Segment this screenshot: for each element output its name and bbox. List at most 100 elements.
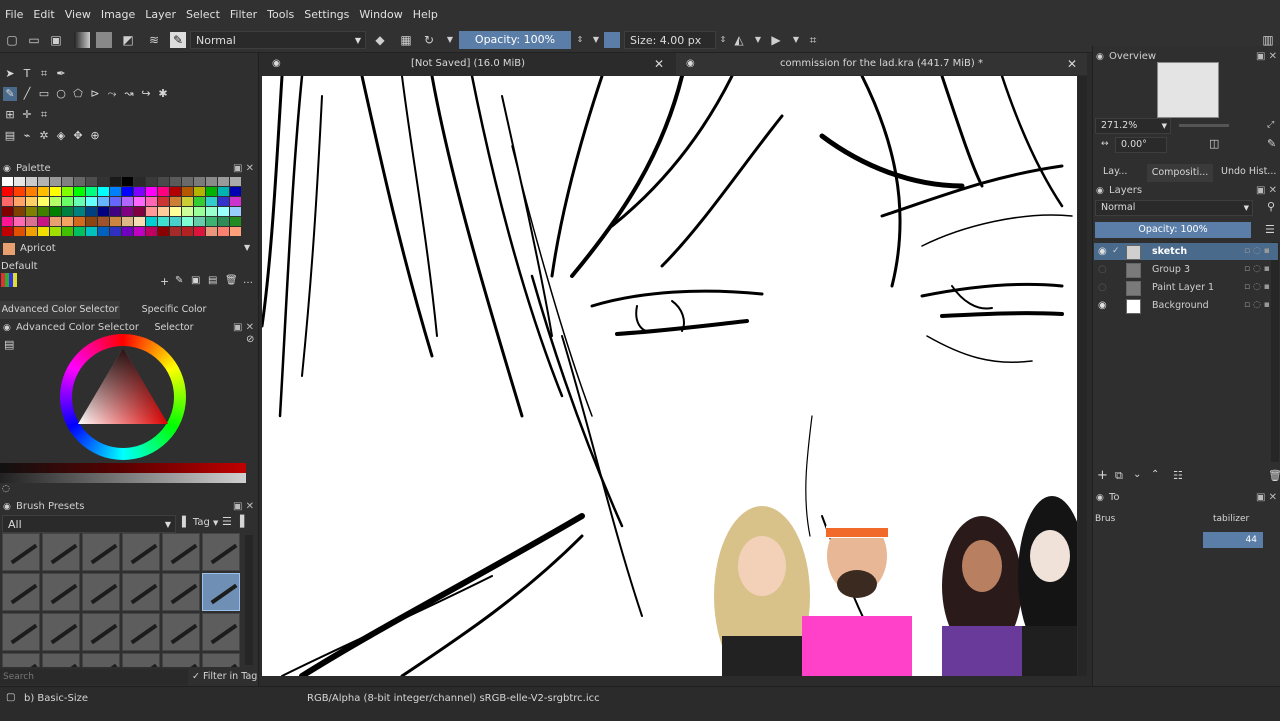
zoom-slider[interactable] (1179, 124, 1229, 127)
palette-swatch[interactable] (170, 197, 181, 206)
freehand-brush-icon[interactable]: ✎ (3, 87, 17, 101)
palette-swatch[interactable] (206, 197, 217, 206)
hidden-eye-icon[interactable]: ○ (1098, 279, 1107, 296)
delete-layer-icon[interactable]: 🗑 (1268, 469, 1280, 482)
palette-swatch[interactable] (62, 217, 73, 226)
palette-swatch[interactable] (2, 217, 13, 226)
tab-not-saved[interactable]: ◉ [Not Saved] (16.0 MiB) ✕ (262, 53, 674, 75)
color-picker-icon[interactable]: ⌁ (20, 129, 34, 143)
float-close-icon[interactable]: ▣ ✕ (1256, 49, 1277, 65)
alpha-lock-icon[interactable]: ▦ (398, 32, 414, 48)
brush-preset-thumbnail[interactable] (82, 533, 120, 571)
palette-swatch[interactable] (146, 177, 157, 186)
palette-swatch[interactable] (146, 217, 157, 226)
edit-shapes-icon[interactable]: ⌗ (37, 67, 51, 81)
palette-swatch[interactable] (14, 197, 25, 206)
colors-icon[interactable]: ◩ (120, 32, 136, 48)
palette-swatch[interactable] (218, 207, 229, 216)
reset-icon[interactable]: ◌ (2, 484, 10, 494)
palette-swatch[interactable] (230, 207, 241, 216)
palette-swatch[interactable] (194, 187, 205, 196)
palette-swatch[interactable] (98, 177, 109, 186)
brush-preset-icon[interactable]: ✎ (170, 32, 186, 48)
value-bar[interactable] (0, 463, 246, 473)
tab-advanced-color-selector[interactable]: Advanced Color Selector (0, 301, 120, 319)
filter-icon[interactable]: ⚲ (1267, 200, 1275, 213)
measure-tool-icon[interactable]: ⊕ (88, 129, 102, 143)
palette-swatch[interactable] (158, 227, 169, 236)
palette-swatch[interactable] (230, 177, 241, 186)
text-tool-icon[interactable]: T (20, 67, 34, 81)
palette-swatch[interactable] (26, 207, 37, 216)
palette-swatch[interactable] (62, 177, 73, 186)
palette-swatch[interactable] (218, 197, 229, 206)
brush-preset-thumbnail[interactable] (82, 613, 120, 651)
edit-swatch-icon[interactable]: ✎ (175, 275, 183, 286)
tab-undo-history[interactable]: Undo Hist... (1221, 166, 1276, 177)
blend-mode-select[interactable]: Normal ▼ (190, 31, 366, 49)
palette-swatch[interactable] (146, 207, 157, 216)
zoom-reset-icon[interactable]: ⤢ (1267, 120, 1274, 130)
palette-swatch[interactable] (38, 207, 49, 216)
bezier-tool-icon[interactable]: ⤳ (105, 87, 119, 101)
chevron-down-icon[interactable]: ▼ (442, 32, 458, 48)
layer-properties-icon[interactable]: ☷ (1173, 469, 1183, 482)
eraser-icon[interactable]: ◆ (372, 32, 388, 48)
palette-swatch[interactable] (122, 177, 133, 186)
palette-swatch[interactable] (26, 227, 37, 236)
wrap-icon[interactable]: ▶ (768, 32, 784, 48)
palette-swatch[interactable] (98, 187, 109, 196)
move-layer-up-icon[interactable]: ⌃ (1151, 469, 1159, 480)
layer-menu-icon[interactable]: ☰ (1265, 223, 1275, 236)
palette-swatch[interactable] (98, 197, 109, 206)
palette-swatch[interactable] (230, 197, 241, 206)
palette-swatch[interactable] (170, 227, 181, 236)
brush-preset-thumbnail[interactable] (42, 613, 80, 651)
brush-preset-thumbnail[interactable] (42, 653, 80, 667)
brush-preset-thumbnail[interactable] (202, 613, 240, 651)
save-icon[interactable]: ▣ (48, 32, 64, 48)
palette-swatch[interactable] (170, 187, 181, 196)
reload-icon[interactable]: ↻ (421, 32, 437, 48)
palette-swatch[interactable] (134, 177, 145, 186)
mirror-view-icon[interactable]: ◫ (1209, 137, 1219, 150)
transform-tool-icon[interactable]: ⊞ (3, 108, 17, 122)
palette-swatch[interactable] (158, 177, 169, 186)
menu-layer[interactable]: Layer (140, 0, 181, 30)
menu-view[interactable]: View (60, 0, 96, 30)
move-layer-down-icon[interactable]: ⌄ (1133, 469, 1141, 480)
palette-swatch[interactable] (38, 177, 49, 186)
palette-swatch[interactable] (170, 217, 181, 226)
menu-settings[interactable]: Settings (299, 0, 354, 30)
brush-scrollbar[interactable] (245, 535, 253, 665)
palette-swatch[interactable] (182, 207, 193, 216)
palette-swatch[interactable] (170, 177, 181, 186)
palette-swatch[interactable] (50, 227, 61, 236)
palette-swatch[interactable] (122, 227, 133, 236)
more-options-icon[interactable]: … (243, 275, 253, 286)
brush-preset-thumbnail[interactable] (122, 613, 160, 651)
float-close-icon[interactable]: ▣ ✕ (1256, 183, 1277, 199)
palette-swatch[interactable] (74, 187, 85, 196)
palette-swatch[interactable] (50, 207, 61, 216)
palette-swatch[interactable] (158, 187, 169, 196)
visible-eye-icon[interactable]: ◉ (1098, 243, 1107, 260)
saturation-value-triangle[interactable] (60, 334, 186, 460)
brush-preset-thumbnail[interactable] (2, 653, 40, 667)
shade-bar[interactable] (0, 473, 246, 483)
palette-swatch[interactable] (194, 197, 205, 206)
brush-preset-thumbnail[interactable] (42, 573, 80, 611)
size-spin-icon[interactable]: ⇕ (715, 32, 731, 48)
zoom-select[interactable]: 271.2% ▼ (1095, 118, 1171, 134)
layer-blend-mode-select[interactable]: Normal ▼ (1095, 200, 1253, 216)
brush-preset-thumbnail[interactable] (2, 573, 40, 611)
palette-swatch[interactable] (26, 217, 37, 226)
selector-settings-icon[interactable]: ▤ (4, 338, 14, 351)
layer-opacity-slider[interactable]: Opacity: 100% (1095, 222, 1251, 238)
move-tool-icon[interactable]: ✛ (20, 108, 34, 122)
palette-swatch[interactable] (74, 217, 85, 226)
brush-search-input[interactable]: Search (0, 669, 188, 685)
palette-swatch[interactable] (26, 177, 37, 186)
tab-compositions[interactable]: Compositi... (1147, 164, 1213, 182)
palette-swatch[interactable] (50, 197, 61, 206)
